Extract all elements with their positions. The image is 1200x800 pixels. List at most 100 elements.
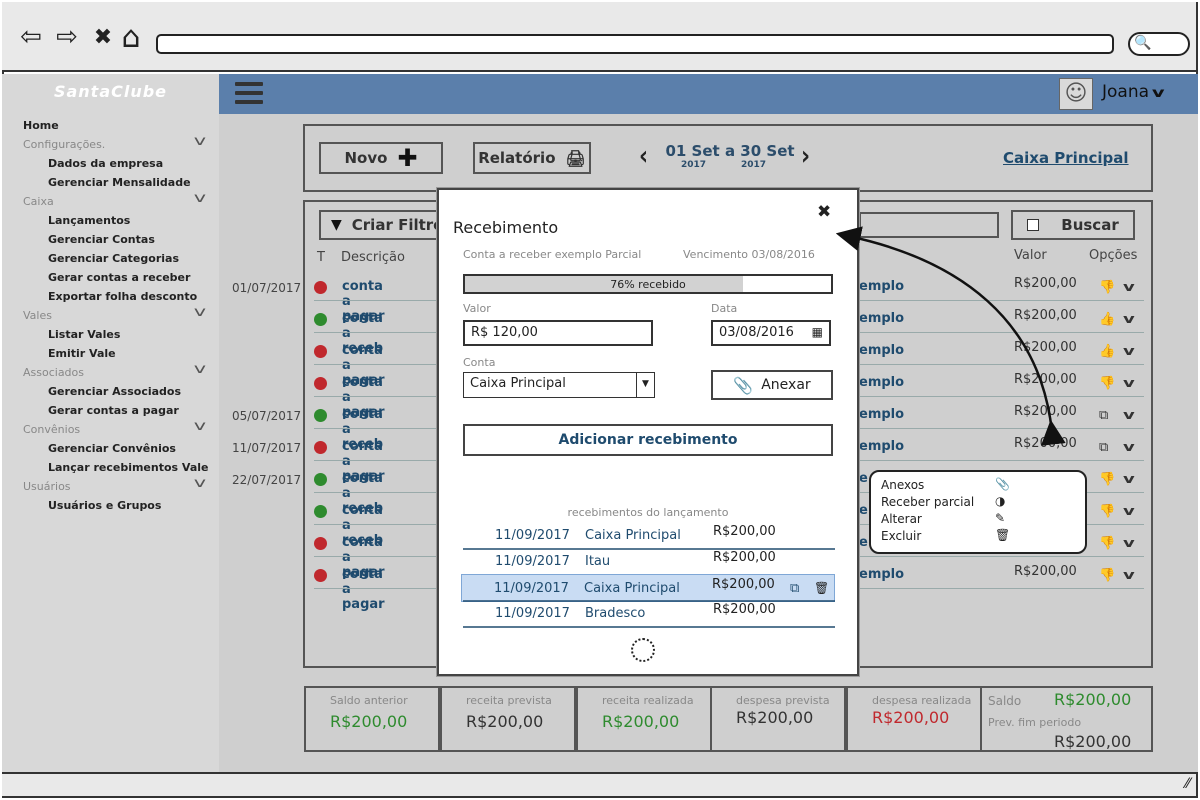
- valor-field[interactable]: R$ 120,00: [463, 320, 653, 346]
- forward-icon[interactable]: ⇨: [52, 22, 82, 52]
- chevron-down-icon[interactable]: v: [1123, 312, 1135, 326]
- receipt-row[interactable]: 11/09/2017 Itau R$200,00: [463, 548, 835, 576]
- trash-icon[interactable]: 🗑: [995, 528, 1010, 542]
- dislike-icon[interactable]: 👎: [1099, 376, 1115, 391]
- adicionar-recebimento-button[interactable]: Adicionar recebimento: [463, 424, 833, 456]
- like-icon[interactable]: 👍: [1099, 312, 1115, 327]
- sidebar-item[interactable]: Gerenciar Contas: [48, 233, 155, 246]
- sidebar-item[interactable]: Exportar folha desconto: [48, 290, 197, 303]
- summary-label: Saldo anterior: [330, 694, 408, 707]
- sidebar-item[interactable]: Listar Vales: [48, 328, 120, 341]
- row-date: 11/07/2017: [232, 441, 302, 455]
- sidebar-item[interactable]: Usuários e Grupos: [48, 499, 161, 512]
- resize-grip-icon[interactable]: ⁄⁄: [1185, 776, 1190, 792]
- filter-input[interactable]: [859, 212, 999, 238]
- chevron-down-icon[interactable]: v: [1123, 440, 1135, 454]
- sidebar-item[interactable]: Gerenciar Categorias: [48, 252, 179, 265]
- chevron-down-icon[interactable]: v: [194, 476, 206, 491]
- anexar-button[interactable]: 📎 Anexar: [711, 370, 833, 400]
- chevron-down-icon[interactable]: v: [194, 305, 206, 320]
- chevron-down-icon[interactable]: v: [194, 134, 206, 149]
- saldo-label: Saldo: [988, 694, 1022, 708]
- chevron-down-icon[interactable]: v: [1123, 376, 1135, 390]
- sidebar-item-home[interactable]: Home: [23, 119, 59, 132]
- novo-button[interactable]: Novo ✚: [319, 142, 443, 174]
- sidebar-section-convenios[interactable]: Convênios: [23, 423, 80, 436]
- sidebar-item[interactable]: Dados da empresa: [48, 157, 163, 170]
- dislike-icon[interactable]: 👎: [1099, 504, 1115, 519]
- chevron-down-icon[interactable]: v: [1123, 344, 1135, 358]
- row-description[interactable]: conta a pagar: [342, 567, 385, 612]
- dislike-icon[interactable]: 👎: [1099, 472, 1115, 487]
- relatorio-button[interactable]: Relatório 🖨: [473, 142, 591, 174]
- popover-item-alterar[interactable]: Alterar: [881, 512, 922, 526]
- sidebar-item[interactable]: Gerenciar Associados: [48, 385, 181, 398]
- caixa-principal-link[interactable]: Caixa Principal: [1003, 149, 1129, 167]
- hamburger-menu-icon[interactable]: [235, 82, 263, 106]
- receipt-value: R$200,00: [712, 577, 775, 592]
- row-value: R$200,00: [1014, 404, 1077, 419]
- browser-search[interactable]: 🔍: [1128, 32, 1190, 56]
- sidebar-item[interactable]: Lançar recebimentos Vale: [48, 461, 208, 474]
- user-menu[interactable]: Joana v: [1102, 82, 1165, 102]
- sidebar-item[interactable]: Gerar contas a receber: [48, 271, 190, 284]
- home-icon[interactable]: ⌂: [116, 20, 146, 55]
- row-date: 22/07/2017: [232, 473, 302, 487]
- address-bar[interactable]: [156, 34, 1114, 54]
- sidebar-item[interactable]: Gerenciar Mensalidade: [48, 176, 191, 189]
- popover-item-anexos[interactable]: Anexos: [881, 478, 924, 492]
- edit-icon[interactable]: ✎: [995, 511, 1005, 525]
- sidebar-item[interactable]: Emitir Vale: [48, 347, 116, 360]
- conta-select[interactable]: Caixa Principal ▼: [463, 372, 655, 398]
- receipt-row[interactable]: 11/09/2017 Caixa Principal R$200,00 ⧉ 🗑: [461, 574, 835, 602]
- receipt-row[interactable]: 11/09/2017 Bradesco R$200,00: [463, 600, 835, 628]
- chevron-down-icon[interactable]: v: [1123, 280, 1135, 294]
- chevron-down-icon[interactable]: v: [194, 191, 206, 206]
- buscar-button[interactable]: Buscar: [1011, 210, 1135, 240]
- criar-filtro-button[interactable]: ▼ Criar Filtro: [319, 210, 449, 240]
- sidebar-item[interactable]: Gerar contas a pagar: [48, 404, 179, 417]
- dislike-icon[interactable]: 👎: [1099, 568, 1115, 583]
- popover-item-receber-parcial[interactable]: Receber parcial: [881, 495, 974, 509]
- back-icon[interactable]: ⇦: [16, 22, 46, 52]
- status-dot: [314, 377, 327, 390]
- data-field[interactable]: 03/08/2016 ▦: [711, 320, 831, 346]
- period-range: 01 Set a 30 Set: [665, 142, 795, 160]
- trash-icon[interactable]: 🗑: [814, 581, 829, 595]
- popover-item-excluir[interactable]: Excluir: [881, 529, 921, 543]
- sidebar-section-associados[interactable]: Associados: [23, 366, 84, 379]
- sidebar-section-vales[interactable]: Vales: [23, 309, 52, 322]
- chevron-down-icon[interactable]: v: [1123, 408, 1135, 422]
- options-popover: Anexos 📎 Receber parcial ◑ Alterar ✎ Exc…: [869, 470, 1087, 554]
- receipt-row[interactable]: 11/09/2017 Caixa Principal R$200,00: [463, 522, 835, 550]
- dislike-icon[interactable]: 👎: [1099, 280, 1115, 295]
- chevron-down-icon[interactable]: ▼: [636, 373, 654, 397]
- close-icon[interactable]: ✖: [817, 202, 831, 222]
- chevron-left-icon[interactable]: ‹: [639, 142, 648, 172]
- copy-icon[interactable]: ⧉: [790, 581, 799, 596]
- chevron-down-icon[interactable]: v: [1123, 536, 1135, 550]
- sidebar-section-usuarios[interactable]: Usuários: [23, 480, 71, 493]
- paperclip-icon: 📎: [733, 375, 754, 395]
- copy-icon[interactable]: ⧉: [1099, 440, 1108, 455]
- sidebar-section-configuracoes[interactable]: Configurações.: [23, 138, 105, 151]
- sidebar-item[interactable]: Lançamentos: [48, 214, 130, 227]
- dislike-icon[interactable]: 👎: [1099, 536, 1115, 551]
- copy-icon[interactable]: ⧉: [1099, 408, 1108, 423]
- paperclip-icon[interactable]: 📎: [995, 477, 1010, 491]
- chevron-down-icon[interactable]: v: [1123, 568, 1135, 582]
- chevron-down-icon[interactable]: v: [194, 419, 206, 434]
- calendar-icon[interactable]: ▦: [812, 325, 823, 339]
- chevron-down-icon[interactable]: v: [194, 362, 206, 377]
- stop-icon[interactable]: ✖: [88, 22, 118, 52]
- sidebar-section-caixa[interactable]: Caixa: [23, 195, 54, 208]
- chevron-down-icon[interactable]: v: [1123, 472, 1135, 486]
- status-dot: [314, 281, 327, 294]
- sidebar-item[interactable]: Gerenciar Convênios: [48, 442, 176, 455]
- avatar[interactable]: ☺: [1059, 78, 1093, 110]
- like-icon[interactable]: 👍: [1099, 344, 1115, 359]
- half-circle-icon[interactable]: ◑: [995, 494, 1005, 508]
- chevron-down-icon[interactable]: v: [1123, 504, 1135, 518]
- chevron-right-icon[interactable]: ›: [801, 142, 810, 172]
- summary-label: receita realizada: [602, 694, 694, 707]
